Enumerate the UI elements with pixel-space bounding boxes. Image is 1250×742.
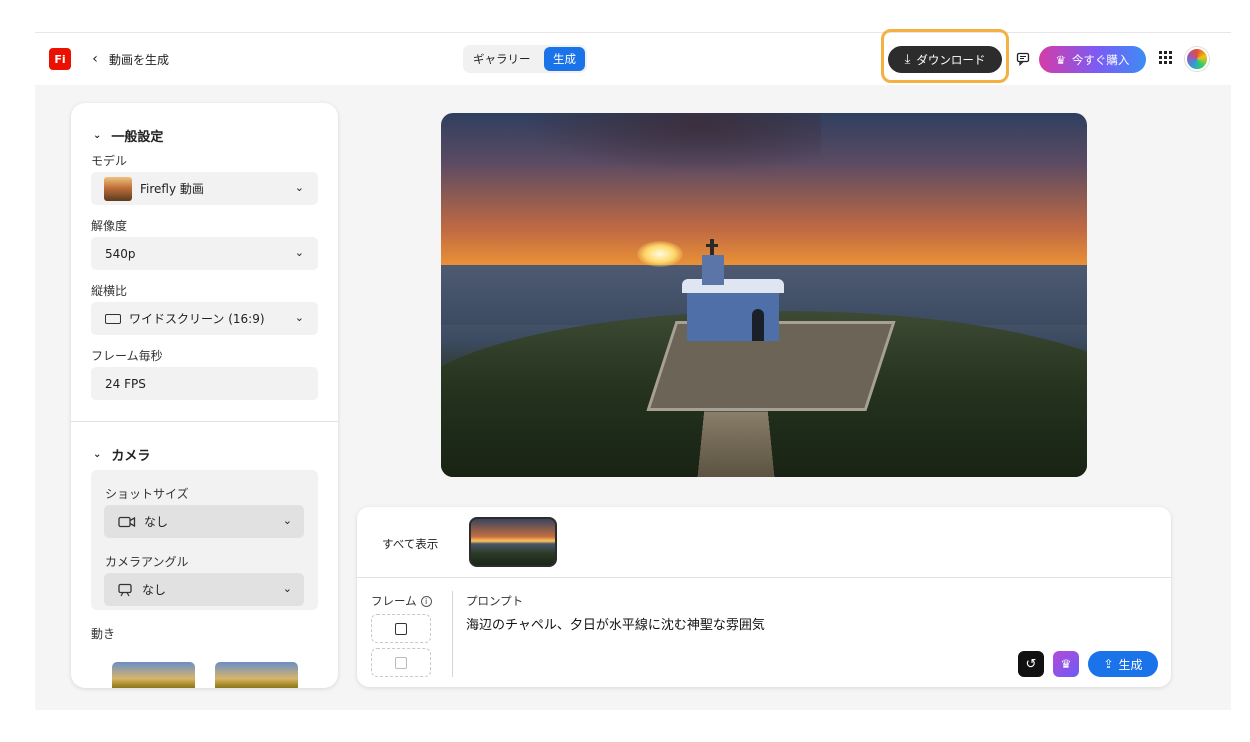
feedback-icon xyxy=(1016,52,1030,66)
back-button[interactable]: ‹ xyxy=(87,49,103,69)
model-value: Firefly 動画 xyxy=(140,182,204,196)
preview-path xyxy=(697,411,775,477)
video-camera-icon xyxy=(118,516,136,527)
motion-preset-thumbnail[interactable] xyxy=(215,662,298,688)
section-divider xyxy=(71,421,338,422)
aspect-ratio-select[interactable]: ワイドスクリーン (16:9) ⌄ xyxy=(91,302,318,335)
generated-clip-thumbnail[interactable] xyxy=(469,517,557,567)
resolution-select[interactable]: 540p ⌄ xyxy=(91,237,318,270)
aspect-ratio-value: ワイドスクリーン (16:9) xyxy=(129,312,265,326)
frame-divider xyxy=(452,591,453,677)
shot-size-value: なし xyxy=(144,515,169,529)
feedback-button[interactable] xyxy=(1014,50,1032,68)
generate-icon: ⇪ xyxy=(1103,657,1114,671)
model-label: モデル xyxy=(91,154,128,168)
general-settings-header[interactable]: ⌄ 一般設定 xyxy=(93,126,163,145)
page-title: 動画を生成 xyxy=(109,53,170,67)
camera-angle-value: なし xyxy=(142,583,167,597)
camera-settings-title: カメラ xyxy=(111,449,151,464)
fps-field: 24 FPS xyxy=(91,367,318,400)
download-button[interactable]: ⤓ ダウンロード xyxy=(888,46,1002,73)
buy-now-label: 今すぐ購入 xyxy=(1071,52,1130,67)
video-preview[interactable] xyxy=(441,113,1087,477)
prompt-card: すべて表示 フレーム i プロンプト 海辺のチャペル、夕日が水平線に沈む神聖な雰… xyxy=(357,507,1171,687)
history-icon: ↺ xyxy=(1025,656,1037,672)
app-header: Fi ‹ 動画を生成 ギャラリー 生成 ⤓ ダウンロード ♛ 今すぐ購入 xyxy=(35,29,1231,85)
shot-size-select[interactable]: なし ⌄ xyxy=(104,505,304,538)
prompt-input[interactable]: 海辺のチャペル、夕日が水平線に沈む神聖な雰囲気 xyxy=(466,614,765,633)
download-icon: ⤓ xyxy=(904,52,911,67)
chevron-down-icon: ⌄ xyxy=(282,582,292,595)
widescreen-icon xyxy=(105,313,121,324)
tab-gallery[interactable]: ギャラリー xyxy=(473,45,531,73)
premium-button[interactable]: ♛ xyxy=(1053,651,1079,677)
user-avatar[interactable] xyxy=(1185,47,1209,71)
frame-label-group: フレーム i xyxy=(371,593,432,609)
upload-icon xyxy=(395,622,407,635)
crown-icon: ♛ xyxy=(1060,657,1072,671)
preview-cloud xyxy=(521,113,821,173)
camera-angle-label: カメラアングル xyxy=(105,555,189,569)
generate-label: 生成 xyxy=(1118,657,1143,672)
preview-bell-tower xyxy=(702,255,724,285)
resolution-value: 540p xyxy=(105,246,136,261)
first-frame-upload[interactable] xyxy=(371,614,431,643)
resolution-label: 解像度 xyxy=(91,219,128,233)
preview-door xyxy=(752,309,764,341)
download-label: ダウンロード xyxy=(916,52,986,67)
camera-options: ショットサイズ なし ⌄ カメラアングル なし ⌄ xyxy=(91,470,318,610)
camera-angle-select[interactable]: なし ⌄ xyxy=(104,573,304,606)
model-select[interactable]: Firefly 動画 ⌄ xyxy=(91,172,318,205)
fps-value: 24 FPS xyxy=(105,376,146,391)
card-divider xyxy=(357,577,1171,578)
preview-cross-bar xyxy=(706,244,718,247)
preview-cross xyxy=(710,239,714,255)
chevron-down-icon: ⌄ xyxy=(294,246,304,259)
upload-icon xyxy=(395,656,407,669)
shot-size-label: ショットサイズ xyxy=(105,487,189,501)
chevron-left-icon: ‹ xyxy=(92,51,98,67)
mode-switch: ギャラリー 生成 xyxy=(463,45,587,73)
camera-angle-icon xyxy=(118,583,132,596)
workspace: ⌄ 一般設定 モデル Firefly 動画 ⌄ 解像度 540p ⌄ 縦横比 ワ… xyxy=(35,85,1231,710)
fps-label: フレーム毎秒 xyxy=(91,349,163,363)
frame-label: フレーム xyxy=(371,594,417,608)
chevron-down-icon: ⌄ xyxy=(294,311,304,324)
tab-generate[interactable]: 生成 xyxy=(544,47,585,71)
last-frame-upload[interactable] xyxy=(371,648,431,677)
history-button[interactable]: ↺ xyxy=(1018,651,1044,677)
motion-preset-thumbnail[interactable] xyxy=(112,662,195,688)
prompt-label: プロンプト xyxy=(466,594,524,608)
model-thumbnail xyxy=(104,176,132,201)
preview-sun xyxy=(637,241,683,267)
aspect-ratio-label: 縦横比 xyxy=(91,284,128,298)
chevron-down-icon: ⌄ xyxy=(93,130,102,141)
preview-chapel-roof xyxy=(682,279,784,293)
crown-icon: ♛ xyxy=(1055,52,1066,67)
firefly-logo[interactable]: Fi xyxy=(49,48,71,70)
buy-now-button[interactable]: ♛ 今すぐ購入 xyxy=(1039,46,1146,73)
chevron-down-icon: ⌄ xyxy=(282,514,292,527)
motion-label: 動き xyxy=(91,627,116,641)
settings-panel: ⌄ 一般設定 モデル Firefly 動画 ⌄ 解像度 540p ⌄ 縦横比 ワ… xyxy=(71,103,338,688)
apps-grid-icon[interactable] xyxy=(1159,51,1173,65)
chevron-down-icon: ⌄ xyxy=(294,181,304,194)
chevron-down-icon: ⌄ xyxy=(93,449,102,460)
logo-text: Fi xyxy=(54,52,66,66)
info-icon[interactable]: i xyxy=(420,595,432,607)
generate-button[interactable]: ⇪ 生成 xyxy=(1088,651,1158,677)
general-settings-title: 一般設定 xyxy=(111,130,164,145)
show-all-link[interactable]: すべて表示 xyxy=(382,536,438,552)
camera-settings-header[interactable]: ⌄ カメラ xyxy=(93,445,150,464)
